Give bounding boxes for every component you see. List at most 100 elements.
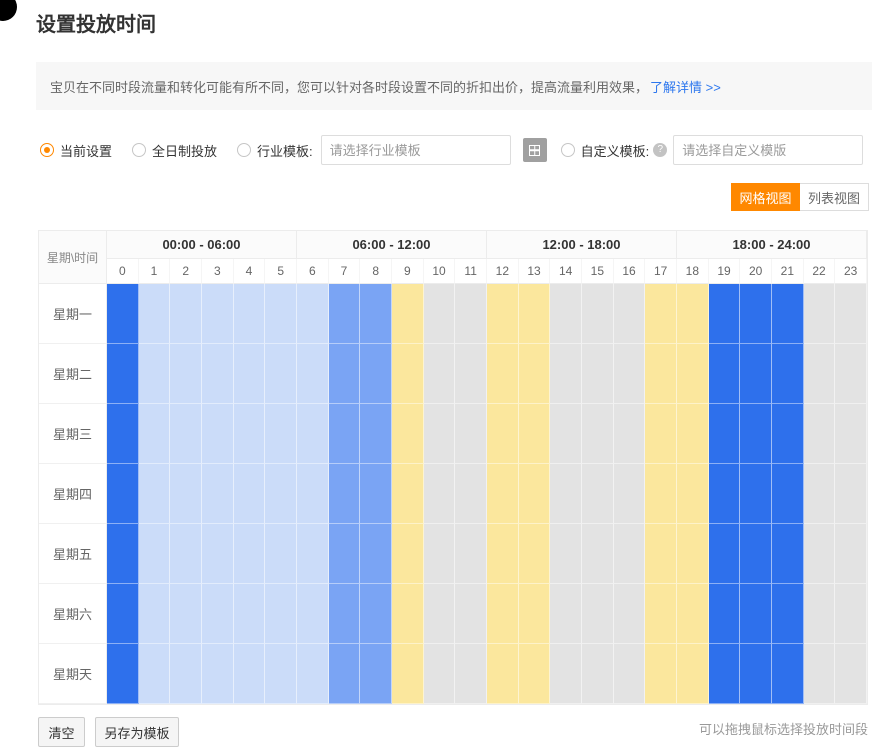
time-cell[interactable]	[297, 644, 329, 704]
time-cell[interactable]	[234, 644, 266, 704]
time-cell[interactable]	[265, 644, 297, 704]
time-cell[interactable]	[677, 464, 709, 524]
time-cell[interactable]	[202, 344, 234, 404]
time-cell[interactable]	[139, 524, 171, 584]
time-cell[interactable]	[139, 464, 171, 524]
time-cell[interactable]	[424, 464, 456, 524]
time-cell[interactable]	[265, 404, 297, 464]
time-cell[interactable]	[645, 464, 677, 524]
time-cell[interactable]	[677, 404, 709, 464]
time-cell[interactable]	[645, 644, 677, 704]
time-cell[interactable]	[582, 344, 614, 404]
time-cell[interactable]	[550, 344, 582, 404]
time-cell[interactable]	[424, 404, 456, 464]
learn-more-link[interactable]: 了解详情 >>	[650, 77, 721, 96]
time-cell[interactable]	[329, 284, 361, 344]
time-cell[interactable]	[614, 344, 646, 404]
time-cell[interactable]	[360, 644, 392, 704]
time-cell[interactable]	[202, 404, 234, 464]
option-industry-template[interactable]: 行业模板:	[237, 141, 313, 160]
time-cell[interactable]	[424, 344, 456, 404]
time-cell[interactable]	[487, 464, 519, 524]
time-cell[interactable]	[740, 524, 772, 584]
time-cell[interactable]	[170, 404, 202, 464]
time-cell[interactable]	[392, 404, 424, 464]
option-all-day[interactable]: 全日制投放	[132, 141, 217, 160]
time-cell[interactable]	[455, 404, 487, 464]
time-cell[interactable]	[455, 344, 487, 404]
time-cell[interactable]	[329, 464, 361, 524]
time-cell[interactable]	[677, 284, 709, 344]
time-cell[interactable]	[740, 404, 772, 464]
time-cell[interactable]	[550, 404, 582, 464]
time-cell[interactable]	[329, 404, 361, 464]
time-cell[interactable]	[740, 584, 772, 644]
time-cell[interactable]	[582, 584, 614, 644]
time-cell[interactable]	[804, 404, 836, 464]
time-cell[interactable]	[170, 524, 202, 584]
time-cell[interactable]	[740, 644, 772, 704]
time-cell[interactable]	[297, 404, 329, 464]
radio-current-setting[interactable]	[40, 143, 54, 157]
time-cell[interactable]	[582, 284, 614, 344]
radio-all-day[interactable]	[132, 143, 146, 157]
time-cell[interactable]	[360, 284, 392, 344]
time-cell[interactable]	[772, 524, 804, 584]
time-cell[interactable]	[329, 584, 361, 644]
time-cell[interactable]	[709, 284, 741, 344]
time-cell[interactable]	[329, 524, 361, 584]
time-cell[interactable]	[392, 584, 424, 644]
time-cell[interactable]	[424, 584, 456, 644]
time-cell[interactable]	[455, 524, 487, 584]
time-cell[interactable]	[297, 344, 329, 404]
time-cell[interactable]	[170, 344, 202, 404]
time-cell[interactable]	[835, 644, 867, 704]
time-cell[interactable]	[170, 644, 202, 704]
time-cell[interactable]	[645, 524, 677, 584]
time-cell[interactable]	[139, 584, 171, 644]
time-cell[interactable]	[107, 524, 139, 584]
time-cell[interactable]	[614, 644, 646, 704]
time-cell[interactable]	[234, 524, 266, 584]
time-cell[interactable]	[329, 344, 361, 404]
time-cell[interactable]	[360, 584, 392, 644]
time-cell[interactable]	[709, 584, 741, 644]
time-cell[interactable]	[772, 404, 804, 464]
radio-custom-template[interactable]	[561, 143, 575, 157]
time-cell[interactable]	[297, 464, 329, 524]
time-cell[interactable]	[424, 284, 456, 344]
time-cell[interactable]	[772, 584, 804, 644]
time-cell[interactable]	[740, 344, 772, 404]
time-cell[interactable]	[835, 404, 867, 464]
save-as-template-button[interactable]: 另存为模板	[95, 717, 179, 747]
time-cell[interactable]	[519, 644, 551, 704]
time-cell[interactable]	[614, 284, 646, 344]
time-cell[interactable]	[804, 644, 836, 704]
time-cell[interactable]	[677, 644, 709, 704]
time-cell[interactable]	[455, 644, 487, 704]
custom-template-input[interactable]	[673, 135, 863, 165]
time-cell[interactable]	[392, 644, 424, 704]
time-cell[interactable]	[519, 584, 551, 644]
time-cell[interactable]	[392, 524, 424, 584]
time-cell[interactable]	[329, 644, 361, 704]
time-cell[interactable]	[740, 464, 772, 524]
time-cell[interactable]	[677, 524, 709, 584]
time-cell[interactable]	[392, 284, 424, 344]
time-cell[interactable]	[107, 404, 139, 464]
time-cell[interactable]	[265, 464, 297, 524]
time-cell[interactable]	[487, 284, 519, 344]
option-current-setting[interactable]: 当前设置	[40, 141, 112, 160]
time-cell[interactable]	[265, 584, 297, 644]
time-cell[interactable]	[455, 464, 487, 524]
time-cell[interactable]	[265, 524, 297, 584]
time-cell[interactable]	[424, 524, 456, 584]
time-cell[interactable]	[582, 644, 614, 704]
time-cell[interactable]	[804, 284, 836, 344]
time-cell[interactable]	[202, 644, 234, 704]
industry-template-input[interactable]	[321, 135, 511, 165]
time-cell[interactable]	[772, 464, 804, 524]
time-cell[interactable]	[487, 644, 519, 704]
time-cell[interactable]	[772, 284, 804, 344]
time-cell[interactable]	[107, 284, 139, 344]
